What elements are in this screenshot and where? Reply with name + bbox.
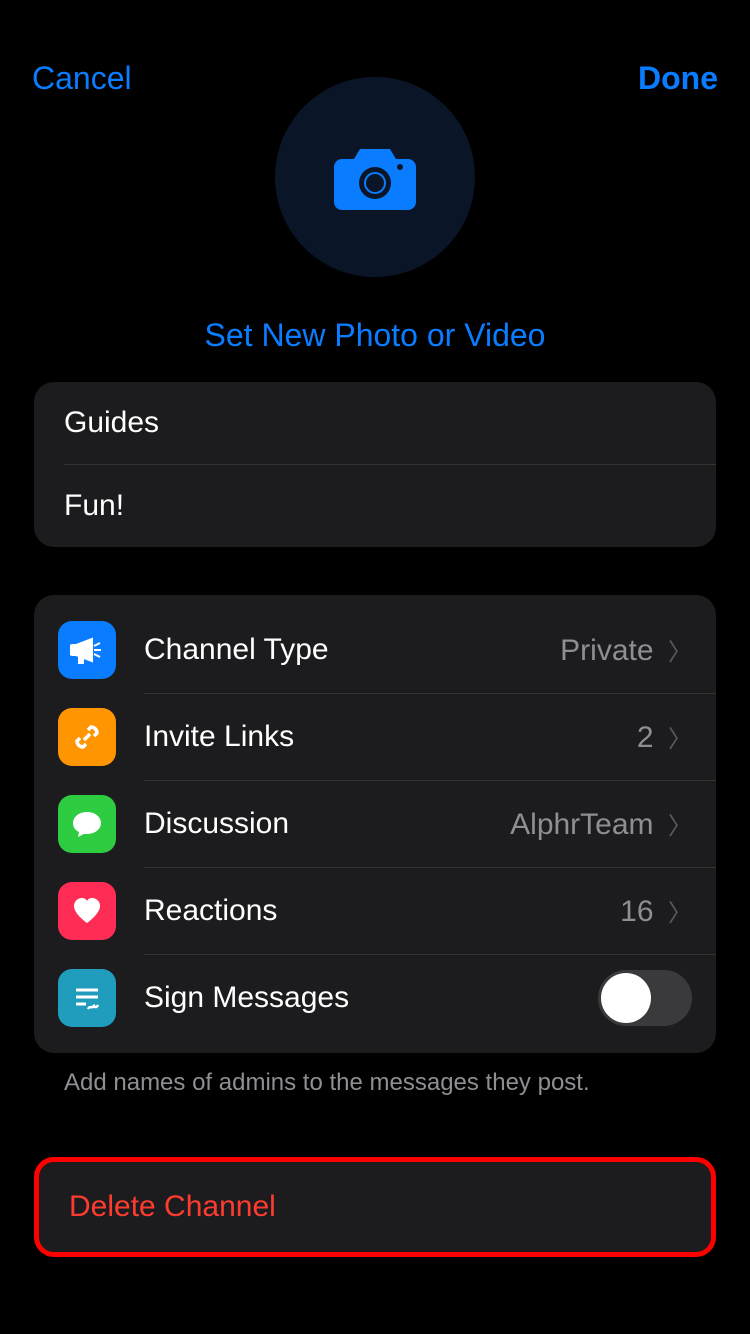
- chevron-right-icon: 〉: [668, 813, 692, 840]
- megaphone-icon: [58, 621, 116, 679]
- reactions-value: 16: [620, 895, 653, 928]
- chevron-right-icon: 〉: [668, 726, 692, 753]
- chat-icon: [58, 795, 116, 853]
- settings-card: Channel Type Private 〉 Invite Links 2 〉: [34, 595, 716, 1053]
- reactions-label: Reactions: [144, 894, 277, 928]
- invite-links-row[interactable]: Invite Links 2 〉: [34, 694, 716, 780]
- set-photo-button[interactable]: [275, 77, 475, 277]
- done-button[interactable]: Done: [638, 60, 718, 97]
- chevron-right-icon: 〉: [668, 900, 692, 927]
- invite-links-value: 2: [637, 721, 654, 754]
- channel-type-label: Channel Type: [144, 633, 329, 667]
- signature-icon: [58, 969, 116, 1027]
- discussion-row[interactable]: Discussion AlphrTeam 〉: [34, 781, 716, 867]
- channel-info-card: Guides Fun!: [34, 382, 716, 547]
- sign-messages-row: Sign Messages: [34, 955, 716, 1041]
- camera-icon: [334, 145, 416, 210]
- delete-channel-button[interactable]: Delete Channel: [34, 1157, 716, 1257]
- discussion-value: AlphrTeam: [510, 808, 653, 841]
- sign-messages-toggle[interactable]: [598, 970, 692, 1026]
- heart-icon: [58, 882, 116, 940]
- channel-description-field[interactable]: Fun!: [34, 465, 716, 547]
- delete-channel-label: Delete Channel: [69, 1190, 681, 1224]
- channel-name-field[interactable]: Guides: [34, 382, 716, 464]
- discussion-label: Discussion: [144, 807, 289, 841]
- toggle-knob: [601, 973, 651, 1023]
- photo-section: Set New Photo or Video: [0, 77, 750, 354]
- set-photo-link[interactable]: Set New Photo or Video: [205, 317, 546, 354]
- channel-type-row[interactable]: Channel Type Private 〉: [34, 607, 716, 693]
- cancel-button[interactable]: Cancel: [32, 60, 132, 97]
- channel-type-value: Private: [560, 634, 653, 667]
- invite-links-label: Invite Links: [144, 720, 294, 754]
- sign-messages-label: Sign Messages: [144, 981, 349, 1015]
- link-icon: [58, 708, 116, 766]
- reactions-row[interactable]: Reactions 16 〉: [34, 868, 716, 954]
- chevron-right-icon: 〉: [668, 639, 692, 666]
- sign-messages-footer: Add names of admins to the messages they…: [64, 1069, 686, 1097]
